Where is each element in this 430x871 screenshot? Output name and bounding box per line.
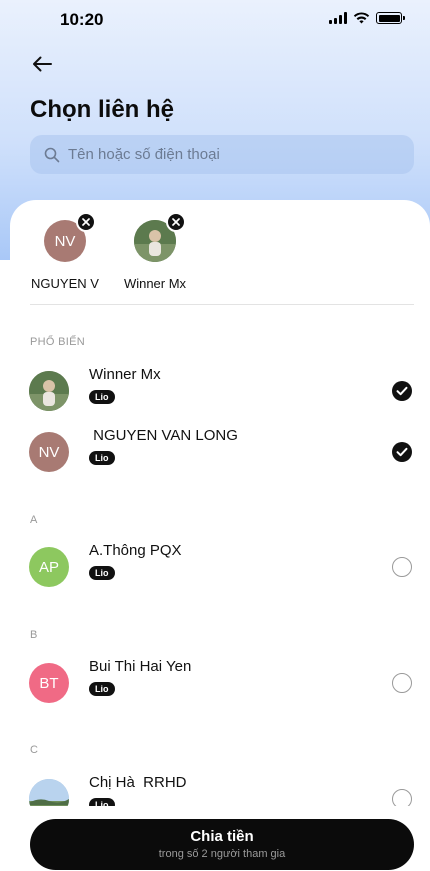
contact-row[interactable]: NV NGUYEN VAN LONG Lio [0,424,430,480]
contact-name: A.Thông PQX [89,542,182,559]
contact-row[interactable]: BT Bui Thi Hai Yen Lio [0,655,430,711]
page-title: Chọn liên hệ [30,96,174,123]
avatar-initials: BT [39,674,59,692]
checkbox-checked[interactable] [392,381,412,401]
status-icons [329,12,405,24]
lio-tag: Lio [89,390,115,404]
avatar-initials: AP [38,558,59,576]
contact-name: NGUYEN VAN LONG [89,427,238,444]
signal-icon [329,12,347,24]
section-label-popular: PHỔ BIẾN [30,336,85,348]
avatar: AP [29,547,69,587]
battery-icon [376,12,405,24]
status-bar: 10:20 [0,0,430,44]
selected-contact-name: NGUYEN V [31,276,99,291]
selected-contacts: NV NGUYEN V Winner Mx [20,212,200,291]
contact-name: Bui Thi Hai Yen [89,658,192,675]
contact-name: Chị Hà RRHD [89,774,187,791]
check-icon [396,386,408,396]
remove-selected-button[interactable] [166,212,186,232]
split-money-button-sublabel: trong số 2 người tham gia [158,848,286,860]
lio-tag: Lio [89,451,115,465]
search-icon [44,147,60,162]
checkbox-unchecked[interactable] [392,557,412,577]
checkbox-checked[interactable] [392,442,412,462]
arrow-left-icon [33,56,52,72]
contact-name: Winner Mx [89,366,161,383]
selected-contact-chip[interactable]: NV NGUYEN V [20,212,110,291]
section-label-a: A [30,514,38,526]
section-label-b: B [30,629,38,641]
lio-tag: Lio [89,566,115,580]
selected-contact-name: Winner Mx [123,276,187,291]
search-input[interactable] [68,146,414,163]
remove-selected-button[interactable] [76,212,96,232]
back-button[interactable] [28,50,56,78]
close-icon [172,218,180,226]
search-bar[interactable] [30,135,414,174]
status-time: 10:20 [60,10,104,29]
avatar: NV [29,432,69,472]
close-icon [82,218,90,226]
contact-row[interactable]: Winner Mx Lio [0,363,430,419]
checkbox-unchecked[interactable] [392,673,412,693]
split-money-button[interactable]: Chia tiền trong số 2 người tham gia [30,819,414,870]
avatar-photo [29,371,69,411]
avatar-initials: NV [38,443,60,461]
avatar: BT [29,663,69,703]
avatar-initials: NV [54,232,76,250]
selected-contact-chip[interactable]: Winner Mx [110,212,200,291]
check-icon [396,447,408,457]
divider [30,304,414,305]
lio-tag: Lio [89,682,115,696]
split-money-button-label: Chia tiền [190,828,254,845]
contact-row[interactable]: AP A.Thông PQX Lio [0,539,430,595]
wifi-icon [353,12,370,24]
section-label-c: C [30,744,39,756]
